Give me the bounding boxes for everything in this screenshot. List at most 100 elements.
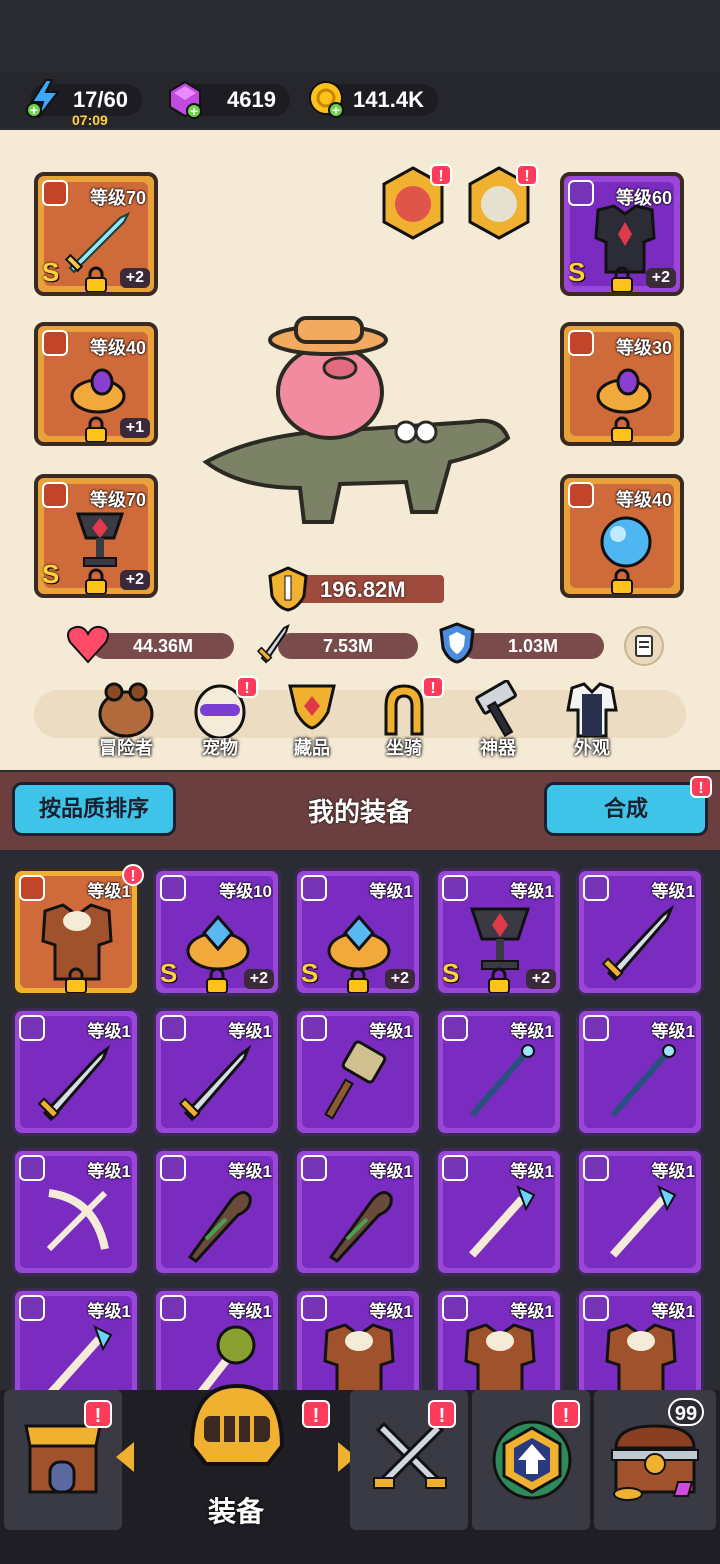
staff-type-icon <box>583 1015 609 1041</box>
alert-badge: ! <box>236 676 258 698</box>
plus-badge: +2 <box>119 268 150 288</box>
amulet-icon <box>42 482 68 508</box>
nav-upgrade[interactable]: ! <box>472 1390 590 1530</box>
svg-text:+: + <box>30 102 38 118</box>
staff-icon <box>610 1044 676 1117</box>
stats-detail-button[interactable] <box>624 626 664 666</box>
equip-slot-amulet[interactable]: 等级70 S +2 <box>34 474 158 598</box>
inventory-item[interactable]: 等级1 <box>153 1148 281 1276</box>
rarity-badge: S <box>568 257 586 287</box>
plus-badge: +1 <box>119 418 150 438</box>
inventory-item[interactable]: 等级10 S +2 <box>153 868 281 996</box>
attack-stat: 7.53M <box>278 633 418 659</box>
amulet-type-icon <box>442 875 468 901</box>
staff-type-icon <box>442 1015 468 1041</box>
sort-by-quality-button[interactable]: 按品质排序 <box>12 782 176 836</box>
helmet-icon <box>189 1383 285 1466</box>
category-artifact[interactable]: 神器 <box>458 676 538 760</box>
defense-stat: 1.03M <box>462 633 604 659</box>
bottom-nav: ! ! 装备 ! ! 99 <box>0 1383 720 1564</box>
item-level: 等级1 <box>369 1022 413 1041</box>
item-level: 等级1 <box>87 1162 131 1181</box>
inventory-item[interactable]: 等级1 S +2 <box>435 868 563 996</box>
plus-badge: +2 <box>384 969 415 989</box>
inventory-item[interactable]: 等级1 <box>294 1288 422 1392</box>
inventory-item[interactable]: 等级1 <box>576 1148 704 1276</box>
inventory-item[interactable]: 等级1 S +2 <box>294 868 422 996</box>
lock-icon <box>347 967 369 993</box>
equip-slot-ring[interactable]: 等级40 +1 <box>34 322 158 446</box>
item-level: 等级1 <box>228 1162 272 1181</box>
rarity-badge: S <box>42 257 60 287</box>
armor-type-icon <box>19 875 45 901</box>
chest-count-badge: 99 <box>668 1398 704 1426</box>
ring-icon <box>596 368 652 414</box>
inventory-item[interactable]: 等级1 <box>153 1008 281 1136</box>
inventory-item[interactable]: 等级1 <box>576 1288 704 1392</box>
nav-chest[interactable]: 99 <box>594 1390 716 1530</box>
wand-icon <box>46 1324 113 1392</box>
inventory-item[interactable]: 等级1 <box>576 868 704 996</box>
category-collection[interactable]: 藏品 <box>272 676 352 760</box>
new-item-badge: ! <box>122 864 144 886</box>
gem-counter[interactable]: + 4619 <box>169 80 290 119</box>
ring-type-icon <box>160 875 186 901</box>
inventory-item[interactable]: 等级1 <box>435 1148 563 1276</box>
helper-knight-avatar[interactable]: ! <box>466 164 538 242</box>
alert-badge: ! <box>430 164 452 186</box>
inventory-item[interactable]: 等级1 <box>435 1288 563 1392</box>
nav-equipment[interactable]: ! 装备 <box>116 1383 356 1530</box>
inventory-item[interactable]: 等级1 <box>12 1288 140 1392</box>
plus-badge: +2 <box>119 570 150 590</box>
item-level: 等级1 <box>510 1022 554 1041</box>
power-shield-icon <box>268 566 308 612</box>
category-label: 神器 <box>480 738 516 758</box>
item-level: 等级1 <box>510 882 554 901</box>
lock-icon <box>611 266 633 292</box>
svg-text:+: + <box>332 102 340 118</box>
orb-icon <box>600 516 652 568</box>
alert-badge: ! <box>302 1400 330 1428</box>
heart-icon <box>67 625 109 664</box>
sword-icon <box>601 904 675 982</box>
inventory-grid: 等级1! 等级10 S +2 等级1 S +2 等级1 S +2 等级1 等级1 等级1 等级1 等级1 等级… <box>0 852 720 1392</box>
alert-badge: ! <box>422 676 444 698</box>
nav-battle[interactable]: ! <box>350 1390 468 1530</box>
item-level: 等级1 <box>510 1302 554 1321</box>
inventory-item[interactable]: 等级1 <box>435 1008 563 1136</box>
inventory-item[interactable]: 等级1 <box>294 1008 422 1136</box>
inventory-item[interactable]: 等级1 <box>12 1008 140 1136</box>
equip-slot-ring-2[interactable]: 等级30 <box>560 322 684 446</box>
sword-icon <box>178 1044 252 1122</box>
slot-level: 等级30 <box>615 338 672 358</box>
item-level: 等级1 <box>369 1302 413 1321</box>
inventory-item[interactable]: 等级1 <box>12 1148 140 1276</box>
category-adventurer[interactable]: 冒险者 <box>86 676 166 760</box>
nav-shop[interactable]: ! <box>4 1390 122 1530</box>
armor-icon <box>323 1323 395 1392</box>
helper-demon-avatar[interactable]: ! <box>380 164 452 242</box>
sword-icon <box>37 1044 111 1122</box>
equip-slot-orb[interactable]: 等级40 <box>560 474 684 598</box>
attack-sword-icon <box>256 624 290 664</box>
category-appearance[interactable]: 外观 <box>552 676 632 760</box>
category-pet[interactable]: ! 宠物 <box>180 676 260 760</box>
merge-button[interactable]: 合成 <box>544 782 708 836</box>
item-level: 等级1 <box>510 1162 554 1181</box>
energy-timer: 07:09 <box>72 112 108 128</box>
gold-counter[interactable]: + 141.4K <box>309 81 438 118</box>
alert-badge: ! <box>690 776 712 798</box>
inventory-item[interactable]: 等级1 <box>576 1008 704 1136</box>
equip-slot-weapon[interactable]: 等级70 S +2 <box>34 172 158 296</box>
item-level: 等级10 <box>219 882 272 901</box>
power-value: 196.82M <box>320 577 406 602</box>
chevron-left-icon <box>116 1442 134 1472</box>
armor-type-icon <box>442 1295 468 1321</box>
slot-level: 等级40 <box>615 490 672 510</box>
category-mount[interactable]: ! 坐骑 <box>364 676 444 760</box>
inventory-item[interactable]: 等级1 <box>12 868 140 996</box>
inventory-item[interactable]: 等级1 <box>294 1148 422 1276</box>
sword-type-icon <box>19 1015 45 1041</box>
equip-slot-armor[interactable]: 等级60 S +2 <box>560 172 684 296</box>
lock-icon <box>206 967 228 993</box>
